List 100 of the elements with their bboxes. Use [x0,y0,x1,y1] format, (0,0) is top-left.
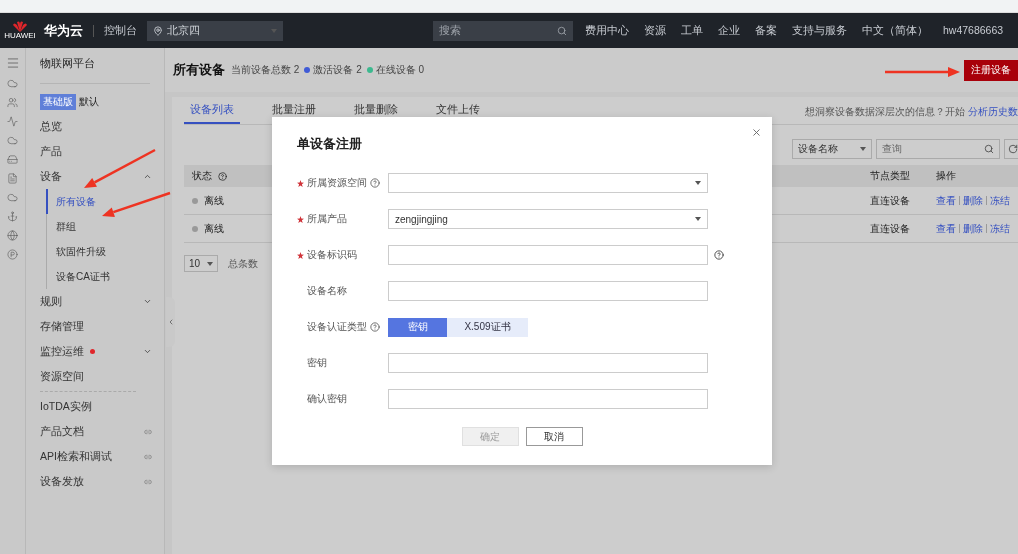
sidebar-item[interactable]: 设备 [40,164,164,189]
globe-icon[interactable] [7,230,18,241]
search-field[interactable]: 搜索 [433,20,573,41]
row-action-link[interactable]: 删除 [963,221,983,236]
field-label: 设备认证类型 [307,320,367,334]
link-icon [144,477,152,486]
select-field[interactable]: zengjingjing [388,209,708,229]
logo-text: HUAWEI [4,32,36,40]
sidebar-item[interactable]: IoTDA实例 [40,394,164,419]
anchor-icon[interactable] [7,211,18,222]
auth-type-option[interactable]: 密钥 [388,317,447,337]
sidebar-item[interactable]: 存储管理 [40,314,164,339]
nav-link[interactable]: 备案 [755,23,777,38]
input-field[interactable] [388,281,708,301]
link-icon [144,452,152,461]
sidebar-subitem[interactable]: 群组 [46,214,164,239]
input-field[interactable] [388,353,708,373]
arrow-annotation [84,148,156,188]
sidebar-item[interactable]: 监控运维 [40,339,164,364]
page-size-select[interactable]: 10 [184,255,218,272]
row-action-link[interactable]: 冻结 [990,193,1010,208]
field-label: 确认密钥 [307,392,347,406]
help-icon[interactable] [370,322,380,332]
row-action-link[interactable]: 冻结 [990,221,1010,236]
analysis-link[interactable]: 分析历史数 [968,105,1018,117]
cloud-icon[interactable] [7,192,18,203]
close-button[interactable] [751,127,762,138]
nav-link[interactable]: 费用中心 [585,23,629,38]
console-link[interactable]: 控制台 [104,23,137,38]
menu-icon[interactable] [5,56,20,70]
caret-down-icon [695,217,701,221]
cloud-icon[interactable] [7,135,18,146]
input-field[interactable] [388,245,708,265]
row-action-link[interactable]: 删除 [963,193,983,208]
column-header: 状态 [184,165,254,187]
arrow-annotation [102,191,171,217]
table-cell: 直连设备 [862,215,928,243]
row-action-link[interactable]: 查看 [936,221,956,236]
field-label: 密钥 [307,356,327,370]
field-label: 所属产品 [307,212,347,226]
sidebar-subitem[interactable]: 设备CA证书 [46,264,164,289]
sidebar-item[interactable]: 资源空间 [40,364,164,389]
search-icon [557,25,567,36]
users-icon[interactable] [7,97,18,108]
row-action-link[interactable]: 查看 [936,193,956,208]
sidebar-title: 物联网平台 [40,56,150,84]
sidebar-subitem[interactable]: 软固件升级 [46,239,164,264]
column-header: 操作 [928,165,1018,187]
insight-text: 想洞察设备数据深层次的信息？开始 分析历史数 [805,104,1018,119]
input-field[interactable] [388,389,708,409]
search-icon [984,144,994,154]
register-device-button[interactable]: 注册设备 [964,59,1018,81]
flower-logo-icon [11,21,29,32]
wave-icon[interactable] [7,116,18,127]
circle-p-icon[interactable] [7,249,18,260]
caret-down-icon [207,261,213,266]
nav-link[interactable]: 支持与服务 [792,23,847,38]
help-icon[interactable] [218,171,227,181]
device-stat: 当前设备总数 2 [231,63,300,77]
dialog-button[interactable]: 取消 [525,427,583,446]
document-icon[interactable] [7,173,18,184]
cloud-icon[interactable] [7,78,18,89]
auth-type-option[interactable]: X.509证书 [447,317,528,337]
region-selector[interactable]: 北京四 [147,20,283,41]
sidebar-item[interactable]: 总览 [40,114,164,139]
device-stat: 在线设备 0 [375,63,425,77]
field-label: 设备名称 [307,284,347,298]
nav-link[interactable]: hw47686663 [943,23,1004,38]
page-title: 所有设备 [173,61,225,79]
table-cell: 直连设备 [862,187,928,215]
caret-down-icon [695,181,701,185]
nav-link[interactable]: 资源 [644,23,666,38]
help-icon[interactable] [714,250,724,260]
help-icon[interactable] [370,178,380,188]
refresh-button[interactable] [1004,139,1018,159]
nav-link[interactable]: 企业 [718,23,740,38]
sidebar-item[interactable]: 规则 [40,289,164,314]
sidebar-item[interactable]: 产品文档 [40,419,164,444]
drive-icon[interactable] [7,154,18,165]
nav-link[interactable]: 中文（简体） [862,23,928,38]
filter-field-select[interactable]: 设备名称 [792,139,872,159]
query-field[interactable]: 查询 [876,139,1000,159]
sidebar-item[interactable]: 设备发放 [40,469,164,494]
edition-badge: 基础版 [40,94,76,110]
sidebar-item[interactable]: API检索和调试 [40,444,164,469]
field-label: 所属资源空间 [307,176,367,190]
status-cell: 离线 [184,215,254,243]
nav-link[interactable]: 工单 [681,23,703,38]
edition-label: 默认 [79,95,99,109]
caret-down-icon [860,147,866,151]
status-cell: 离线 [184,187,254,215]
total-count-label: 总条数 [228,256,258,271]
location-pin-icon [153,25,163,36]
sidebar-item[interactable]: 产品 [40,139,164,164]
field-label: 设备标识码 [307,248,357,262]
dialog-title: 单设备注册 [297,135,363,153]
tab[interactable]: 设备列表 [184,103,240,124]
brand-name: 华为云 [44,21,83,40]
select-field[interactable] [388,173,708,193]
link-icon [144,427,152,436]
